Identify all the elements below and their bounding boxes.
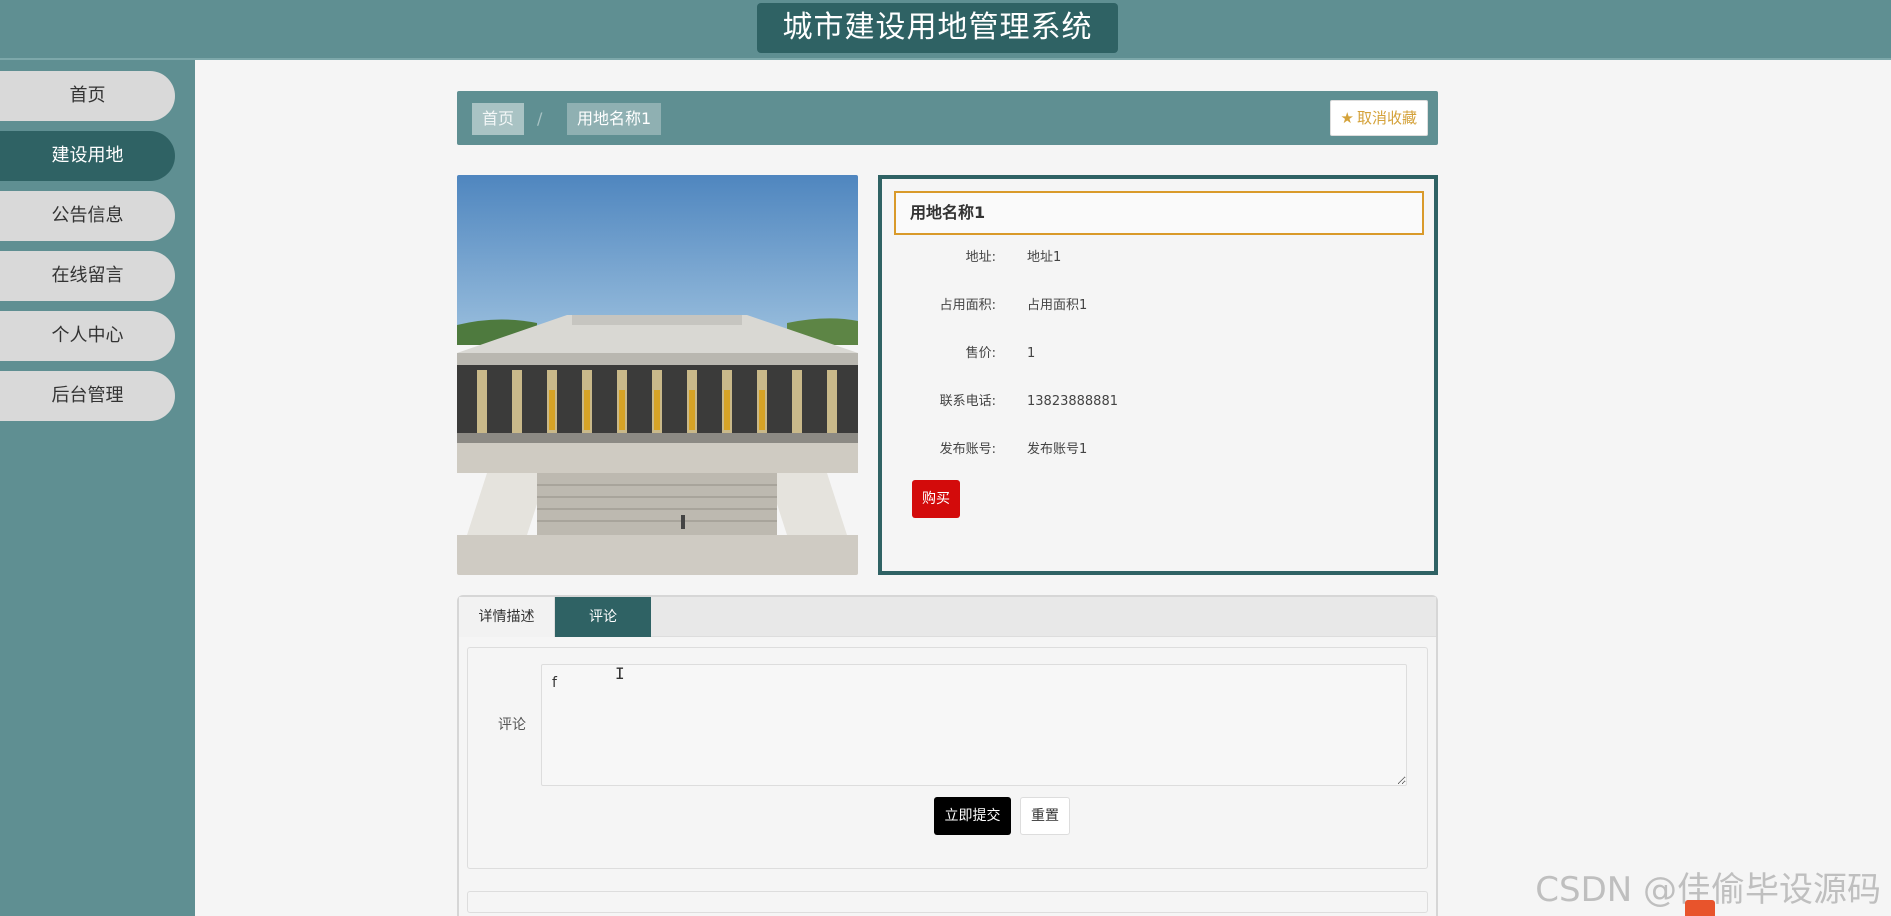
field-label: 联系电话:	[939, 394, 996, 409]
star-icon: ★	[1340, 109, 1354, 127]
field-row-area: 占用面积: 占用面积1	[882, 294, 1434, 318]
field-label: 地址:	[965, 250, 996, 265]
field-row-address: 地址: 地址1	[882, 246, 1434, 270]
ime-icon	[1685, 900, 1715, 916]
land-photo	[457, 175, 858, 575]
tab-details[interactable]: 详情描述	[459, 597, 555, 637]
submit-button[interactable]: 立即提交	[934, 797, 1011, 835]
field-value: 地址1	[1027, 250, 1062, 265]
comment-form: 评论 f 立即提交 重置	[467, 647, 1428, 869]
field-value: 占用面积1	[1027, 298, 1088, 313]
unfavorite-label: 取消收藏	[1356, 109, 1417, 127]
field-row-account: 发布账号: 发布账号1	[882, 438, 1434, 462]
sidebar: 首页 建设用地 公告信息 在线留言 个人中心 后台管理	[0, 60, 195, 916]
tab-panel: 详情描述 评论 评论 f 立即提交 重置	[457, 595, 1438, 916]
tab-bar: 详情描述 评论	[459, 597, 1436, 637]
field-row-price: 售价: 1	[882, 342, 1434, 366]
field-label: 售价:	[965, 346, 996, 361]
comment-label: 评论	[498, 717, 526, 733]
tab-comments[interactable]: 评论	[555, 597, 651, 637]
comment-input[interactable]: f	[541, 664, 1407, 786]
field-label: 占用面积:	[939, 298, 996, 313]
sidebar-item-profile[interactable]: 个人中心	[0, 311, 175, 361]
unfavorite-button[interactable]: ★ 取消收藏	[1329, 100, 1428, 136]
sidebar-item-construction-land[interactable]: 建设用地	[0, 131, 175, 181]
field-value: 1	[1027, 346, 1036, 361]
sidebar-item-admin[interactable]: 后台管理	[0, 371, 175, 421]
breadcrumb-separator: /	[537, 109, 543, 128]
top-header: 城市建设用地管理系统	[0, 0, 1891, 60]
breadcrumb-current: 用地名称1	[567, 103, 662, 135]
field-value: 13823888881	[1027, 394, 1118, 409]
buy-button[interactable]: 购买	[912, 480, 960, 518]
field-value: 发布账号1	[1027, 442, 1088, 457]
breadcrumb-home[interactable]: 首页	[472, 103, 525, 135]
field-label: 发布账号:	[939, 442, 996, 457]
reset-button[interactable]: 重置	[1020, 797, 1070, 835]
site-title: 城市建设用地管理系统	[757, 3, 1118, 53]
sidebar-item-messages[interactable]: 在线留言	[0, 251, 175, 301]
land-title: 用地名称1	[894, 191, 1424, 235]
sidebar-item-home[interactable]: 首页	[0, 71, 175, 121]
breadcrumb: 首页 / 用地名称1 ★ 取消收藏	[457, 91, 1438, 145]
comment-list-box	[467, 891, 1428, 913]
sidebar-item-announcements[interactable]: 公告信息	[0, 191, 175, 241]
land-detail-card: 用地名称1 地址: 地址1 占用面积: 占用面积1 售价: 1 联系电话: 13…	[878, 175, 1438, 575]
text-cursor-icon: I	[615, 664, 625, 683]
field-row-phone: 联系电话: 13823888881	[882, 390, 1434, 414]
